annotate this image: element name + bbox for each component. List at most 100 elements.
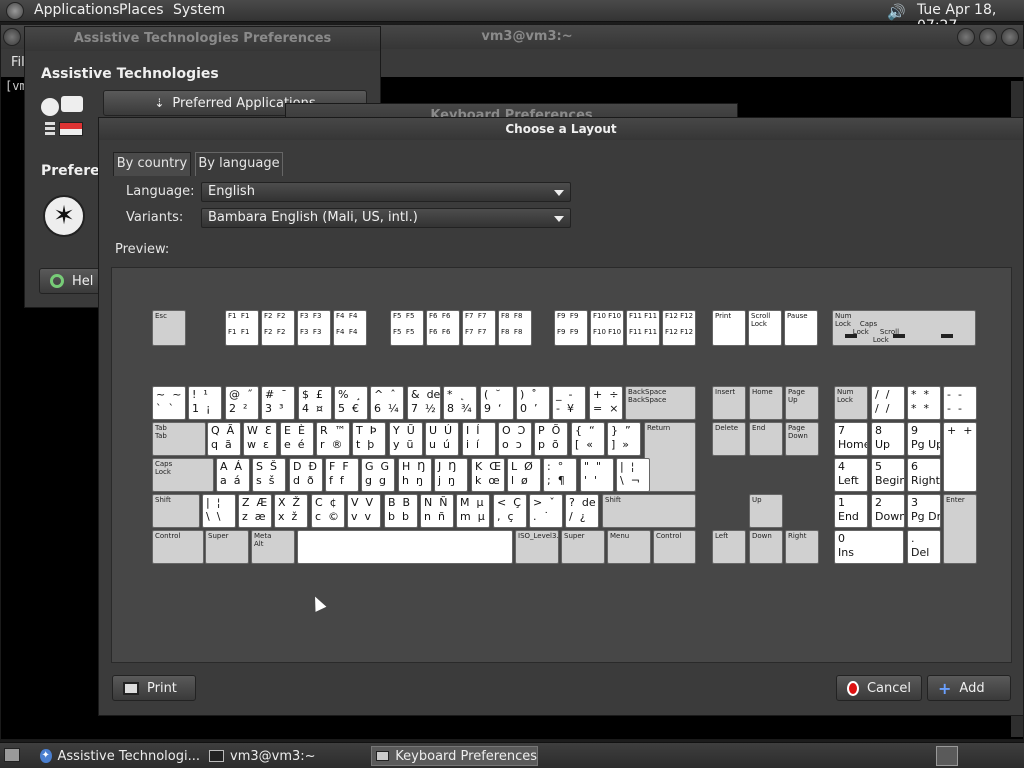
terminal-minimize-button[interactable]	[957, 28, 975, 46]
keyboard-key: $ £ 4 ¤	[298, 386, 332, 420]
keyboard-key: Print	[712, 310, 746, 346]
keyboard-key: F7 F7 F7 F7	[462, 310, 496, 346]
keyboard-key: BackSpace BackSpace	[625, 386, 696, 420]
keyboard-key: 4 Left	[834, 458, 868, 492]
preferred-apps-icon: ⇣	[154, 96, 165, 110]
assistive-tech-icon	[41, 96, 85, 140]
workspace-switcher[interactable]	[936, 746, 958, 766]
places-menu[interactable]: Places	[119, 2, 164, 18]
keyboard-key: ) ˚ 0 ’	[516, 386, 550, 420]
keyboard-key: Menu	[607, 530, 651, 564]
variants-combo[interactable]: Bambara English (Mali, US, intl.)	[201, 208, 571, 228]
applications-menu[interactable]: Applications	[34, 2, 120, 18]
keyboard-key: Scroll Lock	[748, 310, 782, 346]
keyboard-icon	[376, 751, 390, 761]
keyboard-key: M µ m µ	[456, 494, 490, 528]
keyboard-key: < Ç , ç	[493, 494, 527, 528]
keyboard-key: + +	[943, 422, 977, 492]
keyboard-key: Esc	[152, 310, 186, 346]
keyboard-key: F12 F12 F12 F12	[662, 310, 696, 346]
bottom-panel: ✦ Assistive Technologi... vm3@vm3:~ Keyb…	[0, 742, 1024, 768]
keyboard-key: Return	[644, 422, 696, 492]
keyboard-key: Delete	[712, 422, 746, 456]
keyboard-key: : ° ; ¶	[543, 458, 577, 492]
terminal-menu-icon[interactable]	[3, 28, 21, 46]
keyboard-preview: Esc F1 F1 F1 F1 F2 F2 F2 F2 F3 F3 F3 F3 F4 F…	[111, 267, 1012, 663]
print-button[interactable]: Print	[112, 675, 196, 701]
keyboard-key: > ˇ . ˙	[529, 494, 563, 528]
cancel-icon	[847, 680, 859, 696]
keyboard-key: ! ¹ 1 ¡	[188, 386, 222, 420]
keyboard-key: Insert	[712, 386, 746, 420]
top-panel: Applications Places System 🔊 Tue Apr 18,…	[0, 0, 1024, 34]
keyboard-key: 2 Down	[871, 494, 905, 528]
keyboard-key: P Õ p õ	[534, 422, 568, 456]
keyboard-key: 9 Pg Up	[907, 422, 941, 456]
keyboard-key: F9 F9 F9 F9	[554, 310, 588, 346]
keyboard-key: F11 F11 F11 F11	[626, 310, 660, 346]
keyboard-key: Q Ã q ã	[207, 422, 241, 456]
language-combo[interactable]: English	[201, 182, 571, 202]
keyboard-key: Y Ũ y ũ	[389, 422, 423, 456]
keyboard-key: Control	[653, 530, 696, 564]
accessibility-icon: ✦	[40, 749, 52, 763]
keyboard-key: O Ɔ o ɔ	[498, 422, 532, 456]
assistive-titlebar[interactable]: Assistive Technologies Preferences	[25, 27, 380, 51]
taskbar-item-terminal[interactable]: vm3@vm3:~	[205, 746, 365, 766]
cancel-button[interactable]: Cancel	[836, 675, 922, 701]
keyboard-key: F5 F5 F5 F5	[390, 310, 424, 346]
keyboard-key: F3 F3 F3 F3	[297, 310, 331, 346]
keyboard-key: * * * *	[907, 386, 941, 420]
keyboard-key: " " ' '	[580, 458, 614, 492]
keyboard-key: Page Up	[785, 386, 819, 420]
keyboard-key: . Del	[907, 530, 941, 564]
keyboard-key: _ - - ¥	[552, 386, 586, 420]
keyboard-key: 5 Begin	[871, 458, 905, 492]
terminal-file-menu[interactable]: Fil	[11, 55, 25, 70]
system-menu[interactable]: System	[173, 2, 225, 18]
terminal-close-button[interactable]	[1001, 28, 1019, 46]
keyboard-key: Super	[205, 530, 249, 564]
keyboard-key: { “ [ «	[571, 422, 605, 456]
dialog-titlebar[interactable]: Choose a Layout	[99, 118, 1023, 140]
lock-indicator-light	[893, 334, 905, 338]
keyboard-key: Left	[712, 530, 746, 564]
language-label: Language:	[126, 184, 195, 199]
keyboard-key: B B b b	[384, 494, 418, 528]
keyboard-key: F2 F2 F2 F2	[261, 310, 295, 346]
keyboard-key: T Þ t þ	[352, 422, 386, 456]
tab-by-language[interactable]: By language	[195, 152, 283, 176]
taskbar-item-assistive[interactable]: ✦ Assistive Technologi...	[36, 746, 200, 766]
keyboard-key	[297, 530, 513, 564]
volume-icon[interactable]: 🔊	[887, 3, 906, 21]
show-desktop-icon[interactable]	[4, 748, 20, 762]
add-button[interactable]: + Add	[927, 675, 1011, 701]
help-icon	[50, 274, 64, 288]
keyboard-key: U Ú u ú	[425, 422, 459, 456]
keyboard-key: 7 Home	[834, 422, 868, 456]
keyboard-key: I Í i í	[462, 422, 496, 456]
keyboard-key: Up	[749, 494, 783, 528]
variants-label: Variants:	[126, 210, 184, 225]
keyboard-key: J Ŋ j ŋ	[434, 458, 468, 492]
taskbar-item-keyboard[interactable]: Keyboard Preferences	[371, 746, 538, 766]
terminal-maximize-button[interactable]	[979, 28, 997, 46]
keyboard-key: H Ŋ h ŋ	[398, 458, 432, 492]
keyboard-key: Num Lock	[834, 386, 868, 420]
gnome-foot-icon[interactable]	[6, 2, 24, 20]
keyboard-key: R ™ r ®	[316, 422, 350, 456]
keyboard-key: L Ø l ø	[507, 458, 541, 492]
tab-by-country[interactable]: By country	[113, 152, 191, 176]
keyboard-key: F10 F10 F10 F10	[590, 310, 624, 346]
keyboard-key: # ¯ 3 ³	[261, 386, 295, 420]
keyboard-key: | ¦ \ ¬	[616, 458, 650, 492]
keyboard-key: 6 Right	[907, 458, 941, 492]
section-heading-assistive: Assistive Technologies	[41, 66, 219, 82]
keyboard-key: Right	[785, 530, 819, 564]
keyboard-key: * ˛ 8 ¾	[443, 386, 477, 420]
keyboard-key: F4 F4 F4 F4	[333, 310, 367, 346]
lock-indicator-light	[845, 334, 857, 338]
keyboard-key: Z Æ z æ	[238, 494, 272, 528]
keyboard-key: F8 F8 F8 F8	[498, 310, 532, 346]
keyboard-key: } ” ] »	[607, 422, 641, 456]
